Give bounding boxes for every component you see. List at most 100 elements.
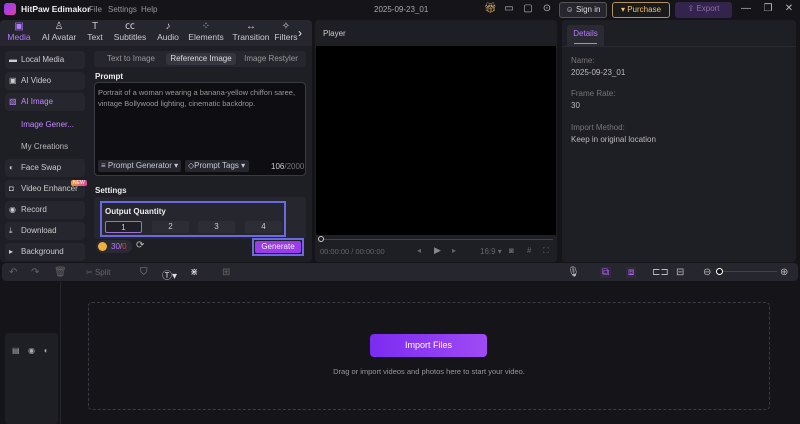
fit-icon[interactable]: ⊟ [676, 267, 684, 278]
add-track-icon[interactable]: ⊞ [222, 267, 230, 278]
zoom-out-icon[interactable]: ⊖ [703, 267, 711, 278]
menu-file[interactable]: File [89, 5, 102, 14]
face-swap-icon: ◐ [9, 163, 14, 172]
close-icon[interactable]: ✕ [783, 3, 795, 15]
chevron-right-icon[interactable]: › [298, 26, 302, 40]
track-eye-icon[interactable]: ◉ [28, 346, 35, 355]
seek-bar[interactable] [320, 239, 553, 240]
ai-image-icon: ▧ [9, 97, 17, 106]
menu-help[interactable]: Help [141, 5, 157, 14]
export-button[interactable]: ⇪ Export [675, 2, 732, 18]
elements-icon: ⁘ [201, 21, 211, 32]
sidebar-sub-my-creations[interactable]: My Creations [21, 142, 68, 151]
purchase-label: Purchase [627, 5, 662, 14]
char-count-value: 106 [271, 162, 285, 171]
minimize-icon[interactable]: — [740, 3, 752, 15]
sidebar-label: Face Swap [21, 163, 62, 172]
track-audio-icon[interactable]: ◖ [43, 346, 48, 355]
quantity-2[interactable]: 2 [152, 221, 189, 233]
prompt-label: Prompt [95, 72, 123, 81]
sign-in-button[interactable]: ☺ Sign in [559, 2, 607, 18]
tab-transition[interactable]: ↔ Transition [229, 21, 273, 42]
download-icon[interactable]: ⊙ [541, 3, 553, 15]
feedback-icon[interactable]: ▢ [522, 3, 534, 15]
generate-button[interactable]: Generate [255, 241, 301, 253]
credits-used: 0 [122, 242, 127, 251]
active-tab-underline [574, 43, 597, 44]
remove-silence-icon[interactable]: ⋇ [190, 267, 198, 278]
import-files-button[interactable]: Import Files [370, 334, 487, 357]
sidebar-label: Local Media [21, 55, 65, 64]
play-icon[interactable]: ▶ [434, 245, 441, 256]
purchase-button[interactable]: ▾ Purchase [612, 2, 670, 18]
coin-icon [98, 242, 107, 251]
refresh-icon[interactable]: ⟳ [136, 240, 144, 251]
marker-icon[interactable]: ⛉ [140, 267, 148, 278]
sidebar-label: Download [21, 226, 57, 235]
magnet-icon[interactable]: ⧈ [626, 267, 637, 278]
split-track-icon[interactable]: ⊏⊐ [652, 267, 669, 278]
split-label: Split [94, 268, 111, 277]
snapshot-icon[interactable]: ◙ [509, 246, 514, 255]
import-method-label: Import Method: [571, 123, 625, 132]
tab-label: Elements [188, 32, 224, 42]
sidebar-item-face-swap[interactable]: ◐ Face Swap [5, 159, 85, 177]
tab-label: Audio [157, 32, 179, 42]
sidebar-item-local-media[interactable]: ▬ Local Media [5, 51, 85, 69]
tab-details[interactable]: Details [567, 25, 604, 46]
quantity-1[interactable]: 1 [105, 221, 142, 233]
quantity-4[interactable]: 4 [245, 221, 282, 233]
split-button[interactable]: ✂ Split [86, 268, 111, 277]
aspect-ratio-dropdown[interactable]: 16:9 ▾ [480, 247, 502, 256]
fullscreen-icon[interactable]: ⛶ [543, 246, 549, 256]
name-label: Name: [571, 56, 595, 65]
undo-icon[interactable]: ↶ [9, 267, 17, 278]
sidebar-label: AI Video [21, 76, 52, 85]
next-frame-icon[interactable]: ▸ [452, 246, 456, 255]
prompt-generator-dropdown[interactable]: ≡ Prompt Generator ▾ [98, 160, 181, 172]
text-tool-icon[interactable]: Ⓣ▾ [162, 267, 177, 282]
tab-elements[interactable]: ⁘ Elements [184, 21, 228, 42]
redo-icon[interactable]: ↷ [31, 267, 39, 278]
delete-icon[interactable]: 🗑︎ [54, 267, 67, 278]
subtab-reference-image[interactable]: Reference Image [166, 53, 236, 65]
sidebar-item-download[interactable]: ⤓ Download [5, 222, 85, 240]
zoom-slider-handle[interactable] [716, 268, 723, 275]
sidebar-item-background[interactable]: ▸ Background [5, 243, 85, 261]
track-film-icon[interactable]: ▤ [12, 346, 20, 355]
sidebar-item-record[interactable]: ◉ Record [5, 201, 85, 219]
quantity-3[interactable]: 3 [198, 221, 235, 233]
ai-video-icon: ▣ [9, 76, 17, 85]
zoom-slider[interactable] [720, 271, 777, 272]
video-preview [316, 46, 556, 235]
details-tab-label: Details [573, 29, 598, 38]
sidebar-item-ai-image[interactable]: ▧ AI Image [5, 93, 85, 111]
zoom-in-icon[interactable]: ⊕ [780, 267, 788, 278]
name-value: 2025-09-23_01 [571, 68, 626, 77]
sign-in-label: Sign in [575, 5, 601, 14]
gift-icon[interactable]: 🎁︎ [484, 3, 497, 15]
menu-settings[interactable]: Settings [108, 5, 137, 14]
sidebar-label: Background [21, 247, 64, 256]
duration: / 00:00:00 [351, 247, 385, 256]
restore-icon[interactable]: ❐ [762, 3, 774, 15]
seek-handle[interactable] [318, 236, 324, 242]
tab-label: Media [7, 32, 31, 42]
layout-icon[interactable]: ▭ [503, 3, 515, 15]
sidebar-item-ai-video[interactable]: ▣ AI Video [5, 72, 85, 90]
subtab-text-to-image[interactable]: Text to Image [98, 53, 164, 65]
tab-media[interactable]: ▣ Media [0, 21, 41, 42]
tab-label: Transition [232, 32, 270, 42]
sidebar-sub-image-generator[interactable]: Image Gener... [21, 120, 74, 129]
prompt-tags-dropdown[interactable]: ◇Prompt Tags ▾ [185, 160, 249, 172]
grid-icon[interactable]: # [527, 246, 531, 255]
subtab-image-restyler[interactable]: Image Restyler [238, 53, 304, 65]
microphone-icon[interactable]: 🎙︎ [567, 267, 580, 278]
credits-value: 30 [111, 242, 120, 251]
prompt-text[interactable]: Portrait of a woman wearing a banana-yel… [95, 83, 305, 113]
generate-button-frame: Generate [252, 238, 304, 256]
divider [562, 46, 796, 47]
new-badge: NEW [71, 180, 87, 186]
prev-frame-icon[interactable]: ◂ [417, 246, 421, 255]
link-icon[interactable]: ⧉ [600, 267, 612, 278]
